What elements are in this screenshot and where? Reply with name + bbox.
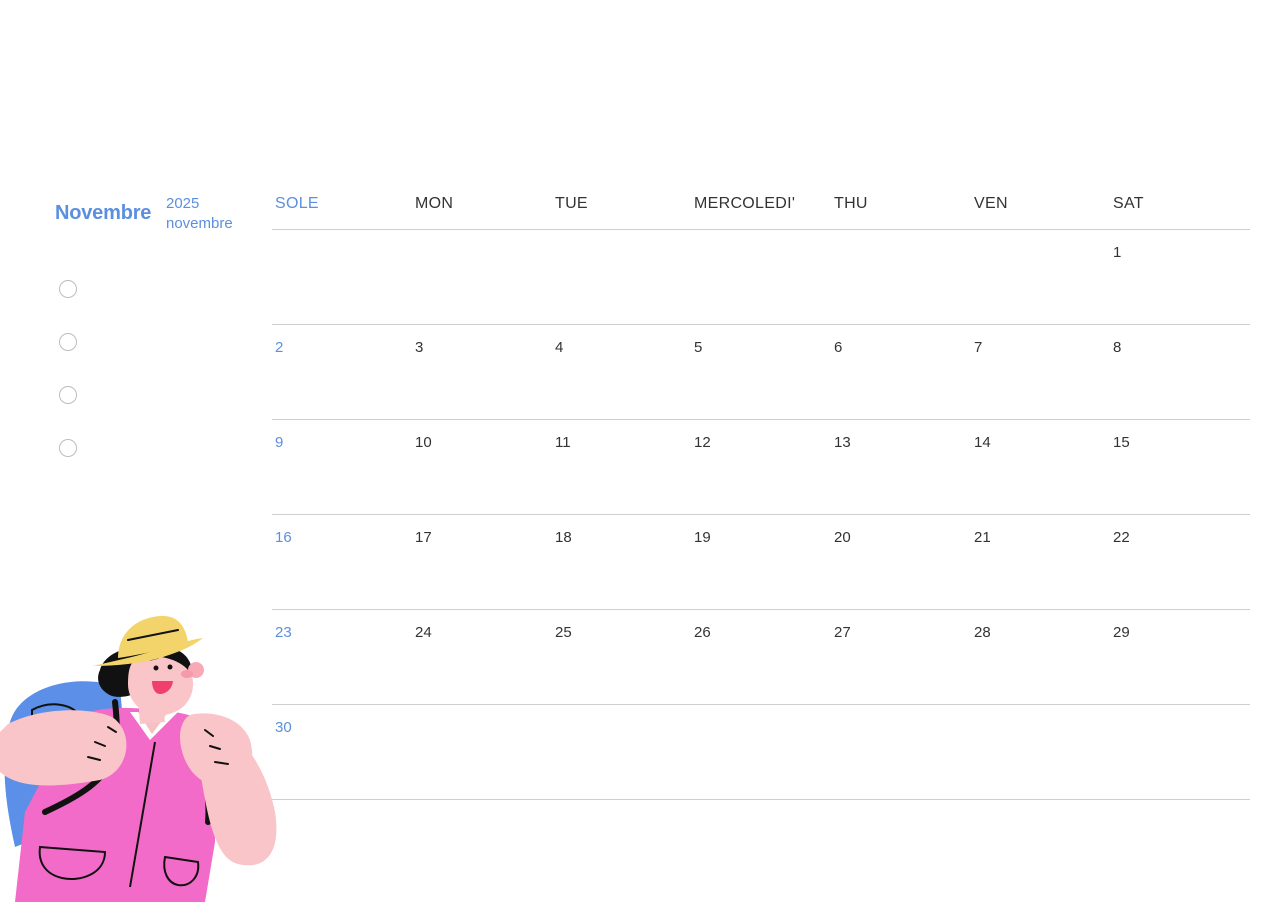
month-meta: 2025 novembre (166, 194, 233, 234)
calendar-day: 12 (694, 434, 711, 451)
checklist-checkbox[interactable] (59, 280, 77, 298)
calendar-day: 30 (275, 719, 292, 736)
calendar-day (552, 230, 691, 324)
calendar-day (691, 705, 831, 799)
calendar-day (1110, 705, 1250, 799)
calendar-day: 5 (694, 339, 703, 356)
calendar-week: 30 (272, 705, 1250, 800)
hiker-girl-illustration (0, 615, 277, 902)
calendar-day (412, 230, 552, 324)
calendar-day (971, 230, 1110, 324)
calendar-day: 20 (834, 529, 851, 546)
calendar-day: 21 (974, 529, 991, 546)
calendar-day: 7 (974, 339, 983, 356)
calendar-week: 2 3 4 5 6 7 8 (272, 325, 1250, 420)
calendar-day: 19 (694, 529, 711, 546)
month-title: Novembre (55, 202, 152, 224)
calendar-week: 23 24 25 26 27 28 29 (272, 610, 1250, 705)
calendar-day: 10 (415, 434, 432, 451)
calendar-week: 1 (272, 230, 1250, 325)
weekday-label: SOLE (275, 195, 319, 212)
weekday-label: TUE (555, 195, 588, 212)
calendar-day: 14 (974, 434, 991, 451)
calendar-day (831, 705, 971, 799)
calendar-day: 4 (555, 339, 564, 356)
calendar-day (831, 230, 971, 324)
calendar-day (272, 230, 412, 324)
checklist-checkbox[interactable] (59, 386, 77, 404)
calendar-day: 6 (834, 339, 843, 356)
weekday-label: THU (834, 195, 868, 212)
checklist-checkbox[interactable] (59, 439, 77, 457)
calendar-week: 16 17 18 19 20 21 22 (272, 515, 1250, 610)
weekday-label: MERCOLEDI' (694, 195, 796, 212)
calendar-day (691, 230, 831, 324)
calendar-day: 13 (834, 434, 851, 451)
weekday-label: VEN (974, 195, 1008, 212)
month-year: 2025 (166, 195, 200, 212)
calendar-day (552, 705, 691, 799)
calendar-day: 3 (415, 339, 424, 356)
checklist-checkbox[interactable] (59, 333, 77, 351)
calendar-day: 8 (1113, 339, 1122, 356)
calendar-day (971, 705, 1110, 799)
calendar-day: 24 (415, 624, 432, 641)
weekday-header: SOLE MON TUE MERCOLEDI' THU VEN SAT (272, 186, 1250, 230)
checklist (59, 280, 77, 492)
calendar-day: 2 (275, 339, 284, 356)
calendar-day: 1 (1113, 244, 1122, 261)
calendar-day: 28 (974, 624, 991, 641)
calendar-day: 22 (1113, 529, 1130, 546)
calendar-day: 15 (1113, 434, 1130, 451)
calendar-day: 11 (555, 434, 571, 451)
calendar-day: 23 (275, 624, 292, 641)
calendar-day: 17 (415, 529, 432, 546)
calendar-day: 27 (834, 624, 851, 641)
calendar-day: 9 (275, 434, 284, 451)
calendar-day: 18 (555, 529, 572, 546)
weekday-label: SAT (1113, 195, 1144, 212)
calendar-day: 26 (694, 624, 711, 641)
calendar-grid: SOLE MON TUE MERCOLEDI' THU VEN SAT 1 2 … (272, 186, 1250, 800)
month-subtitle: novembre (166, 215, 233, 232)
weekday-label: MON (415, 195, 454, 212)
calendar-day: 25 (555, 624, 572, 641)
calendar-day: 16 (275, 529, 292, 546)
calendar-day: 29 (1113, 624, 1130, 641)
calendar-week: 9 10 11 12 13 14 15 (272, 420, 1250, 515)
calendar-day (412, 705, 552, 799)
